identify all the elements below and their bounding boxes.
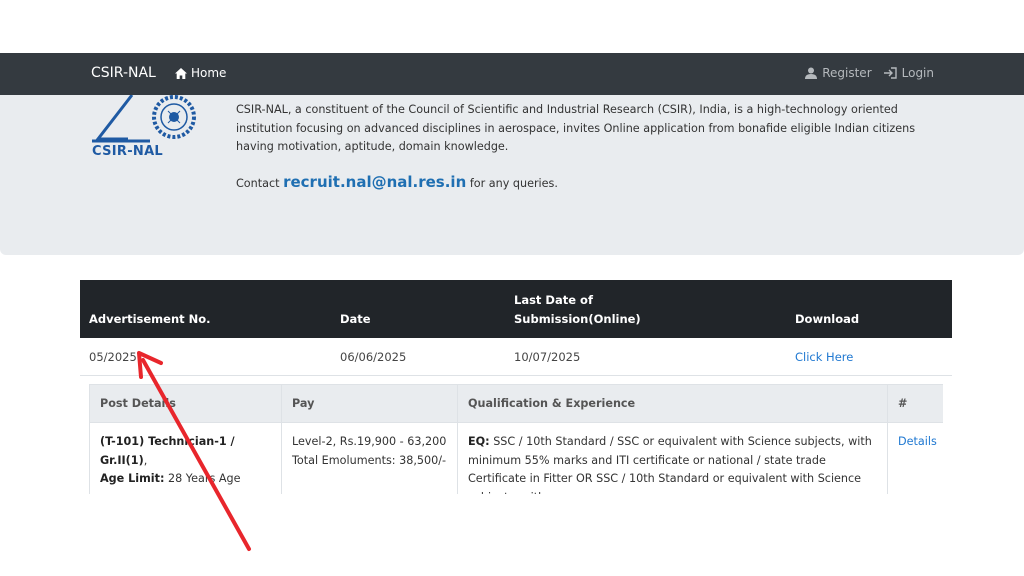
qualification-label: EQ: — [468, 435, 490, 448]
home-icon — [175, 67, 187, 79]
user-icon — [805, 67, 818, 79]
details-link[interactable]: Details — [898, 435, 937, 448]
cell-last-date: 10/07/2025 — [514, 350, 581, 364]
pay-total: Total Emoluments: 38,500/- — [292, 453, 447, 467]
contact-suffix: for any queries. — [469, 177, 558, 190]
header-download: Download — [795, 312, 860, 326]
login-icon — [883, 67, 897, 79]
cell-adv-no: 05/2025 — [89, 350, 137, 364]
header-last-date-line2: Submission(Online) — [514, 312, 641, 326]
header-pay: Pay — [281, 384, 458, 423]
posts-table-header: Post Details Pay Qualification & Experie… — [89, 384, 943, 423]
contact-email-link[interactable]: recruit.nal@nal.res.in — [283, 173, 466, 191]
qualification-text: SSC / 10th Standard / SSC or equivalent … — [468, 435, 872, 494]
top-navbar: CSIR-NAL Home Register Login — [0, 53, 1024, 95]
download-link[interactable]: Click Here — [795, 350, 853, 364]
header-hash: # — [887, 384, 943, 423]
header-adv-no: Advertisement No. — [89, 312, 211, 326]
contact-line: Contact recruit.nal@nal.res.in for any q… — [236, 173, 558, 191]
register-label: Register — [822, 66, 872, 80]
age-limit-value: 28 Years Age — [168, 472, 241, 485]
header-qualification: Qualification & Experience — [457, 384, 888, 423]
login-label: Login — [901, 66, 934, 80]
table-row: 05/2025 06/06/2025 10/07/2025 Click Here — [80, 338, 952, 376]
logo-wordmark: CSIR-NAL — [92, 144, 164, 159]
nav-right-links: Register Login — [805, 66, 934, 80]
posts-table-container: Post Details Pay Qualification & Experie… — [89, 384, 943, 494]
register-link[interactable]: Register — [805, 66, 872, 80]
login-link[interactable]: Login — [883, 66, 934, 80]
posts-table: Post Details Pay Qualification & Experie… — [89, 384, 943, 494]
table-row: (T-101) Technician-1 / Gr.II(1), Age Lim… — [89, 422, 943, 494]
pay-level: Level-2, Rs.19,900 - 63,200 — [292, 435, 447, 448]
cell-date: 06/06/2025 — [340, 350, 407, 364]
cell-pay: Level-2, Rs.19,900 - 63,200 Total Emolum… — [281, 422, 458, 494]
navbar-brand[interactable]: CSIR-NAL — [91, 65, 156, 81]
advertisement-table: Advertisement No. Date Last Date of Subm… — [80, 280, 952, 376]
header-date: Date — [340, 312, 371, 326]
age-limit-label: Age Limit: — [100, 472, 165, 485]
nav-home-label: Home — [191, 66, 227, 80]
header-post-details: Post Details — [89, 384, 282, 423]
post-title: (T-101) Technician-1 / Gr.II(1) — [100, 435, 235, 467]
advertisement-table-header: Advertisement No. Date Last Date of Subm… — [80, 280, 952, 338]
intro-text: CSIR-NAL, a constituent of the Council o… — [236, 103, 916, 153]
cell-qualification: EQ: SSC / 10th Standard / SSC or equival… — [457, 422, 888, 494]
nav-home-link[interactable]: Home — [175, 66, 226, 80]
contact-prefix: Contact — [236, 177, 280, 190]
header-last-date-line1: Last Date of — [514, 293, 593, 307]
intro-jumbotron: CSIR-NAL CSIR-NAL, a constituent of the … — [0, 95, 1024, 255]
post-title-suffix: , — [143, 453, 148, 467]
cell-post-details: (T-101) Technician-1 / Gr.II(1), Age Lim… — [89, 422, 282, 494]
cell-details: Details — [887, 422, 943, 494]
